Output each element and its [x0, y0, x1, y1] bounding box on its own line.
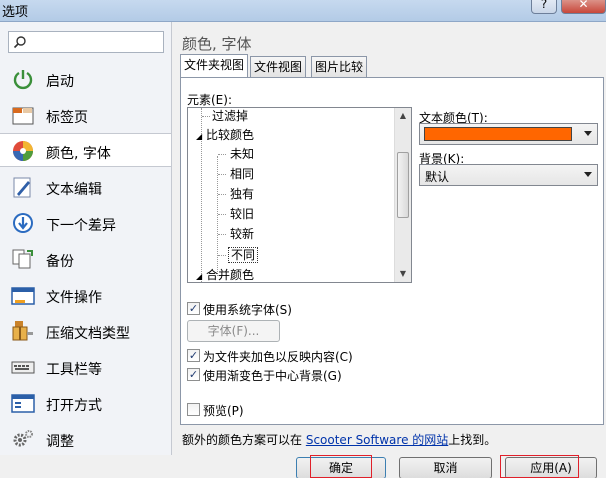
scroll-thumb[interactable] — [397, 152, 409, 218]
tree-item[interactable]: 较旧 — [230, 204, 254, 224]
tab-file-view[interactable]: 文件视图 — [250, 56, 307, 77]
use-system-font-checkbox[interactable]: ✓ — [187, 302, 200, 315]
sidebar-item-toolbars[interactable]: 工具栏等 — [0, 350, 171, 384]
sidebar-item-text-editing[interactable]: 文本编辑 — [0, 170, 171, 204]
tree-item[interactable]: 较新 — [230, 224, 254, 244]
sidebar-item-archive-types[interactable]: 压缩文档类型 — [0, 314, 171, 348]
file-operation-icon — [11, 287, 35, 305]
color-folders-checkbox[interactable]: ✓ — [187, 349, 200, 362]
preview-checkbox[interactable] — [187, 403, 200, 416]
sidebar: 启动 标签页 颜色, 字体 文本编辑 下一个差异 备份 文件操作 压缩文档类型 … — [0, 22, 172, 455]
tabs-icon — [12, 107, 34, 125]
down-arrow-icon — [13, 213, 33, 233]
gear-icon — [13, 430, 33, 447]
color-folders-label: 为文件夹加色以反映内容(C) — [203, 350, 353, 364]
footer-text: 额外的颜色方案可以在 Scooter Software 的网站上找到。 — [182, 433, 497, 447]
toolbar-icon — [11, 361, 35, 374]
sidebar-item-backup[interactable]: 备份 — [0, 242, 171, 276]
open-with-icon — [11, 394, 35, 413]
tree-scrollbar[interactable]: ▲ ▼ — [394, 108, 411, 282]
collapse-icon[interactable]: ◢ — [196, 132, 202, 141]
sidebar-item-label: 压缩文档类型 — [46, 326, 130, 342]
sidebar-item-label: 颜色, 字体 — [46, 146, 111, 162]
color-wheel-icon — [13, 141, 33, 161]
font-button[interactable]: 字体(F)... — [187, 320, 280, 342]
help-button[interactable]: ? — [531, 0, 557, 14]
gradient-label: 使用渐变色于中心背景(G) — [203, 369, 342, 383]
sidebar-item-label: 备份 — [46, 254, 74, 270]
sidebar-item-tabs[interactable]: 标签页 — [0, 98, 171, 132]
tab-picture-compare[interactable]: 图片比较 — [311, 56, 368, 77]
chevron-down-icon — [584, 172, 592, 177]
preview-label: 预览(P) — [203, 404, 244, 418]
tree-item[interactable]: ◢ 合并颜色 — [196, 265, 254, 282]
background-value: 默认 — [425, 170, 450, 184]
tree-item[interactable]: ◢ 比较颜色 — [196, 125, 254, 145]
sidebar-item-startup[interactable]: 启动 — [0, 62, 171, 96]
sidebar-item-label: 启动 — [46, 74, 74, 90]
scroll-down-icon[interactable]: ▼ — [395, 266, 411, 282]
sidebar-item-label: 下一个差异 — [46, 218, 116, 234]
title-bar: 选项 ? ✕ — [0, 0, 606, 22]
sidebar-item-file-operations[interactable]: 文件操作 — [0, 278, 171, 312]
background-dropdown[interactable]: 默认 — [419, 164, 598, 186]
tree-item-selected[interactable]: 不同 — [228, 245, 259, 265]
close-button[interactable]: ✕ — [561, 0, 606, 14]
elements-label: 元素(E): — [187, 93, 232, 107]
sidebar-item-label: 文本编辑 — [46, 182, 102, 198]
search-icon — [13, 36, 26, 49]
sidebar-item-label: 打开方式 — [46, 398, 102, 414]
dialog-button-bar: 确定 取消 应用(A) — [0, 455, 606, 478]
sidebar-item-label: 文件操作 — [46, 290, 102, 306]
text-color-swatch — [424, 127, 572, 141]
sidebar-item-next-difference[interactable]: 下一个差异 — [0, 206, 171, 240]
ok-highlight — [310, 455, 372, 478]
sidebar-item-open-with[interactable]: 打开方式 — [0, 386, 171, 420]
cancel-button[interactable]: 取消 — [399, 457, 492, 478]
window-title: 选项 — [2, 5, 29, 20]
chevron-down-icon — [584, 131, 592, 136]
help-icon: ? — [540, 0, 548, 11]
archive-icon — [12, 321, 33, 341]
tree-item[interactable]: 未知 — [230, 144, 254, 164]
tree-item[interactable]: 独有 — [230, 184, 254, 204]
sidebar-item-label: 标签页 — [46, 110, 88, 126]
elements-tree[interactable]: 过滤掉 ◢ 比较颜色 未知 相同 独有 较旧 较新 不同 ◢ 合并颜色 ▲ ▼ — [187, 107, 412, 283]
tree-item[interactable]: 相同 — [230, 164, 254, 184]
gradient-checkbox[interactable]: ✓ — [187, 368, 200, 381]
use-system-font-label: 使用系统字体(S) — [203, 303, 292, 317]
pencil-icon — [13, 177, 31, 198]
sidebar-item-label: 调整 — [46, 434, 74, 450]
tree-item[interactable]: 过滤掉 — [212, 108, 248, 126]
power-icon — [13, 70, 33, 90]
collapse-icon[interactable]: ◢ — [196, 272, 202, 281]
sidebar-item-label: 工具栏等 — [46, 362, 102, 378]
backup-icon — [12, 249, 33, 269]
tab-folder-view[interactable]: 文件夹视图 — [180, 54, 249, 77]
close-icon: ✕ — [578, 0, 589, 11]
page-title: 颜色, 字体 — [182, 35, 252, 53]
apply-highlight — [500, 455, 579, 478]
tab-panel: 元素(E): 过滤掉 ◢ 比较颜色 未知 相同 独有 较旧 较新 不同 ◢ 合并… — [180, 77, 604, 425]
text-color-dropdown[interactable] — [419, 123, 598, 145]
scooter-software-link[interactable]: Scooter Software 的网站 — [306, 433, 448, 447]
sidebar-item-tweaks[interactable]: 调整 — [0, 422, 171, 455]
search-input[interactable] — [8, 31, 164, 53]
sidebar-item-colors-fonts[interactable]: 颜色, 字体 — [0, 133, 171, 167]
scroll-up-icon[interactable]: ▲ — [395, 108, 411, 124]
